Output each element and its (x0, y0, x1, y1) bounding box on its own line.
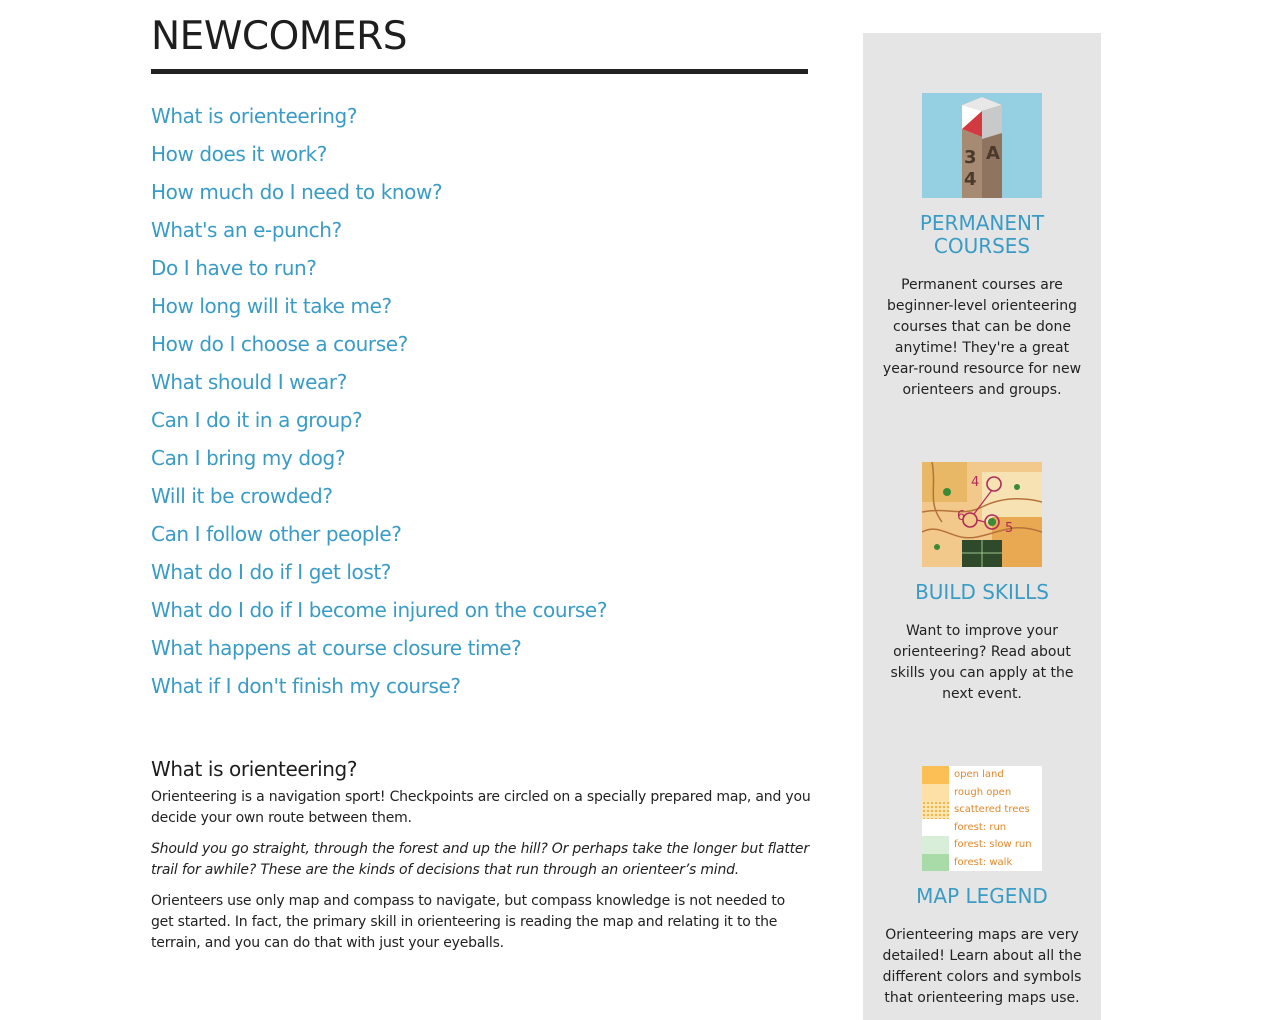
post-letter-a: A (986, 143, 1000, 164)
faq-item: How long will it take me? (151, 291, 607, 329)
answer-paragraph: Orienteering is a navigation sport! Chec… (151, 789, 811, 826)
sidebar-build-skills: 4 6 5 BUILD SKILLS Want to improve your … (863, 462, 1101, 705)
legend-row: scattered trees (922, 801, 1042, 819)
faq-link-how-long[interactable]: How long will it take me? (151, 294, 392, 318)
faq-item: What do I do if I get lost? (151, 557, 607, 595)
faq-item: How do I choose a course? (151, 329, 607, 367)
legend-swatch (922, 818, 949, 836)
answer-paragraph: Orienteers use only map and compass to n… (151, 893, 786, 951)
answer-paragraph-italic: Should you go straight, through the fore… (151, 841, 809, 878)
faq-item: What is orienteering? (151, 101, 607, 139)
faq-list: What is orienteering? How does it work? … (151, 101, 607, 709)
legend-label: forest: run (954, 821, 1007, 833)
control-number-4: 4 (971, 475, 979, 490)
legend-label: scattered trees (954, 804, 1030, 815)
faq-link-dog[interactable]: Can I bring my dog? (151, 446, 345, 470)
faq-link-e-punch[interactable]: What's an e-punch? (151, 218, 342, 242)
faq-item: Will it be crowded? (151, 481, 607, 519)
faq-item: What do I do if I become injured on the … (151, 595, 607, 633)
map-legend-image[interactable]: open land rough open scattered trees for… (922, 766, 1042, 871)
legend-row: open land (922, 766, 1042, 784)
faq-item: What should I wear? (151, 367, 607, 405)
sidebar: 3 A 4 PERMANENT COURSES Permanent course… (863, 33, 1101, 1020)
answer-section: What is orienteering? Orienteering is a … (151, 756, 811, 964)
faq-item: What happens at course closure time? (151, 633, 607, 671)
faq-link-what-to-wear[interactable]: What should I wear? (151, 370, 347, 394)
map-legend-heading[interactable]: MAP LEGEND (882, 885, 1082, 908)
permanent-courses-heading[interactable]: PERMANENT COURSES (882, 212, 1082, 258)
faq-item: Do I have to run? (151, 253, 607, 291)
control-number-5: 5 (1005, 521, 1013, 536)
faq-link-have-to-run[interactable]: Do I have to run? (151, 256, 317, 280)
legend-label: open land (954, 769, 1004, 780)
faq-link-get-lost[interactable]: What do I do if I get lost? (151, 560, 391, 584)
faq-item: Can I do it in a group? (151, 405, 607, 443)
legend-swatch (922, 766, 949, 784)
legend-row: forest: walk (922, 853, 1042, 871)
legend-row: forest: slow run (922, 836, 1042, 854)
faq-link-how-much-to-know[interactable]: How much do I need to know? (151, 180, 443, 204)
map-legend-description: Orienteering maps are very detailed! Lea… (882, 927, 1082, 1006)
faq-item: How does it work? (151, 139, 607, 177)
page-title: NEWCOMERS (151, 14, 407, 59)
legend-row: rough open (922, 783, 1042, 801)
legend-swatch (922, 853, 949, 871)
faq-item: What's an e-punch? (151, 215, 607, 253)
faq-link-what-is-orienteering[interactable]: What is orienteering? (151, 104, 357, 128)
control-post-image[interactable]: 3 A 4 (922, 93, 1042, 198)
legend-row: forest: run (922, 818, 1042, 836)
build-skills-heading[interactable]: BUILD SKILLS (882, 581, 1082, 604)
faq-link-injured[interactable]: What do I do if I become injured on the … (151, 598, 607, 622)
legend-label: forest: slow run (954, 839, 1032, 850)
legend-swatch (922, 801, 949, 819)
faq-item: Can I follow other people? (151, 519, 607, 557)
sidebar-permanent-courses: 3 A 4 PERMANENT COURSES Permanent course… (863, 93, 1101, 401)
page: NEWCOMERS What is orienteering? How does… (0, 0, 1269, 1020)
faq-link-follow-people[interactable]: Can I follow other people? (151, 522, 402, 546)
faq-item: How much do I need to know? (151, 177, 607, 215)
legend-swatch (922, 783, 949, 801)
build-skills-description: Want to improve your orienteering? Read … (890, 623, 1074, 702)
sidebar-map-legend: open land rough open scattered trees for… (863, 766, 1101, 1009)
faq-link-how-does-it-work[interactable]: How does it work? (151, 142, 327, 166)
answer-heading: What is orienteering? (151, 757, 358, 781)
legend-label: forest: walk (954, 856, 1013, 868)
faq-link-group[interactable]: Can I do it in a group? (151, 408, 363, 432)
legend-swatch (922, 836, 949, 854)
faq-link-crowded[interactable]: Will it be crowded? (151, 484, 333, 508)
faq-link-not-finish[interactable]: What if I don't finish my course? (151, 674, 461, 698)
title-divider (151, 69, 808, 74)
faq-item: Can I bring my dog? (151, 443, 607, 481)
permanent-courses-description: Permanent courses are beginner-level ori… (882, 277, 1082, 398)
control-number-6: 6 (957, 509, 965, 524)
orienteering-map-image[interactable]: 4 6 5 (922, 462, 1042, 567)
faq-link-course-closure[interactable]: What happens at course closure time? (151, 636, 522, 660)
faq-item: What if I don't finish my course? (151, 671, 607, 709)
post-number-3: 3 (964, 147, 977, 168)
legend-label: rough open (954, 786, 1012, 798)
faq-link-choose-course[interactable]: How do I choose a course? (151, 332, 408, 356)
post-number-4: 4 (964, 169, 977, 190)
